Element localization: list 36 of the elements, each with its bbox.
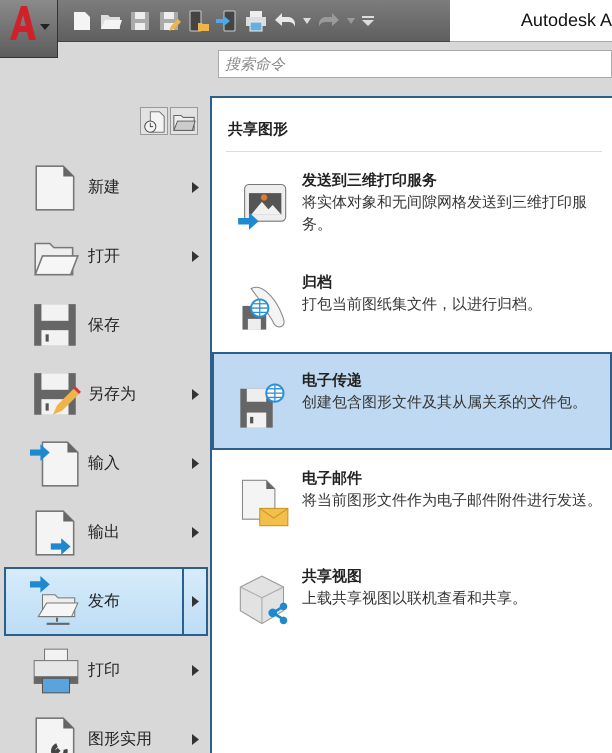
caret-icon	[40, 24, 50, 30]
caret-icon[interactable]	[302, 16, 312, 24]
menu-item[interactable]: 打印	[4, 636, 208, 705]
menu-item[interactable]: 发布	[4, 567, 208, 636]
submenu-item[interactable]: 归档 打包当前图纸集文件，以进行归档。	[212, 254, 612, 352]
item-description: 上载共享视图以联机查看和共享。	[302, 589, 527, 609]
menu-item[interactable]: 打开	[4, 222, 208, 291]
submenu-item[interactable]: 发送到三维打印服务 将实体对象和无间隙网格发送到三维打印服务。	[212, 152, 612, 254]
clock-document-icon	[142, 109, 166, 135]
logo-icon	[8, 4, 38, 42]
item-description: 创建包含图形文件及其从属关系的文件包。	[302, 393, 587, 413]
item-description: 将当前图形文件作为电子邮件附件进行发送。	[302, 491, 602, 511]
item-title: 发送到三维打印服务	[302, 171, 438, 191]
menu-item[interactable]: 输出	[4, 498, 208, 567]
menu-item[interactable]: 保存	[4, 291, 208, 360]
item-title: 归档	[302, 273, 333, 293]
customize-icon[interactable]	[361, 14, 375, 26]
item-title: 共享视图	[302, 567, 363, 587]
menu-item[interactable]: 另存为	[4, 360, 208, 429]
application-menu-button[interactable]	[0, 0, 58, 58]
menu-item[interactable]: 图形实用	[4, 705, 208, 753]
item-description: 将实体对象和无间隙网格发送到三维打印服务。	[302, 193, 588, 235]
item-title: 电子邮件	[302, 469, 363, 489]
item-description: 打包当前图纸集文件，以进行归档。	[302, 295, 542, 315]
submenu-title: 共享图形	[228, 120, 289, 139]
submenu-item[interactable]: 电子邮件 将当前图形文件作为电子邮件附件进行发送。	[212, 450, 612, 548]
menu-item[interactable]: 新建	[4, 153, 208, 222]
submenu-item[interactable]: 电子传递 创建包含图形文件及其从属关系的文件包。	[212, 352, 612, 450]
recent-documents-button[interactable]	[140, 107, 168, 135]
window-title: Autodesk A	[520, 10, 612, 31]
submenu-item[interactable]: 共享视图 上载共享视图以联机查看和共享。	[212, 548, 612, 646]
open-documents-button[interactable]	[170, 107, 198, 135]
item-title: 电子传递	[302, 371, 363, 391]
menu-item[interactable]: 输入	[4, 429, 208, 498]
search-field[interactable]: 搜索命令	[218, 50, 612, 78]
print-icon[interactable]	[244, 8, 268, 32]
